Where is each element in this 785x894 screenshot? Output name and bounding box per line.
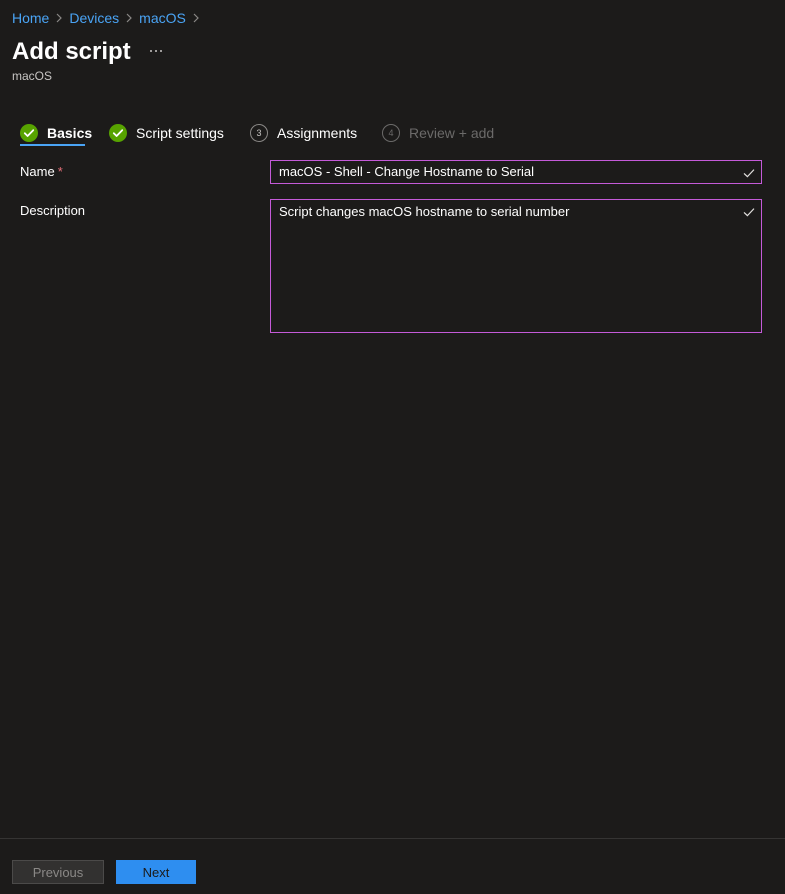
tab-assignments[interactable]: 3 Assignments: [250, 118, 357, 148]
step-number-badge: 3: [250, 124, 268, 142]
checkmark-circle-icon: [20, 124, 38, 142]
chevron-right-icon: [186, 13, 206, 23]
footer-divider: [0, 838, 785, 839]
tab-label: Basics: [47, 125, 93, 141]
breadcrumb: Home Devices macOS: [12, 9, 206, 27]
description-value: Script changes macOS hostname to serial …: [279, 204, 570, 219]
name-label-text: Name: [20, 164, 55, 179]
tab-script-settings[interactable]: Script settings: [109, 118, 224, 148]
previous-button: Previous: [12, 860, 104, 884]
tab-review-add: 4 Review + add: [382, 118, 494, 148]
active-tab-indicator: [20, 144, 85, 146]
breadcrumb-devices[interactable]: Devices: [69, 9, 119, 27]
chevron-right-icon: [49, 13, 69, 23]
breadcrumb-macos[interactable]: macOS: [139, 9, 186, 27]
checkmark-icon: [743, 169, 755, 178]
page-subtitle: macOS: [12, 69, 53, 83]
more-ellipsis-icon[interactable]: [146, 40, 166, 62]
breadcrumb-home[interactable]: Home: [12, 9, 49, 27]
tab-label: Review + add: [409, 125, 495, 141]
chevron-right-icon: [119, 13, 139, 23]
add-script-page: Home Devices macOS Add script macOS Basi…: [0, 0, 785, 894]
checkmark-circle-icon: [109, 124, 127, 142]
tab-label: Script settings: [136, 125, 224, 141]
description-label: Description: [20, 203, 86, 218]
tab-label: Assignments: [277, 125, 358, 141]
page-title: Add script: [12, 38, 131, 65]
name-input-value: macOS - Shell - Change Hostname to Seria…: [279, 164, 535, 179]
name-label: Name *: [20, 163, 63, 181]
description-textarea[interactable]: Script changes macOS hostname to serial …: [270, 199, 762, 333]
step-number-badge: 4: [382, 124, 400, 142]
required-indicator: *: [57, 164, 63, 179]
name-input[interactable]: macOS - Shell - Change Hostname to Seria…: [270, 160, 762, 184]
next-button[interactable]: Next: [116, 860, 196, 884]
checkmark-icon: [743, 208, 755, 217]
